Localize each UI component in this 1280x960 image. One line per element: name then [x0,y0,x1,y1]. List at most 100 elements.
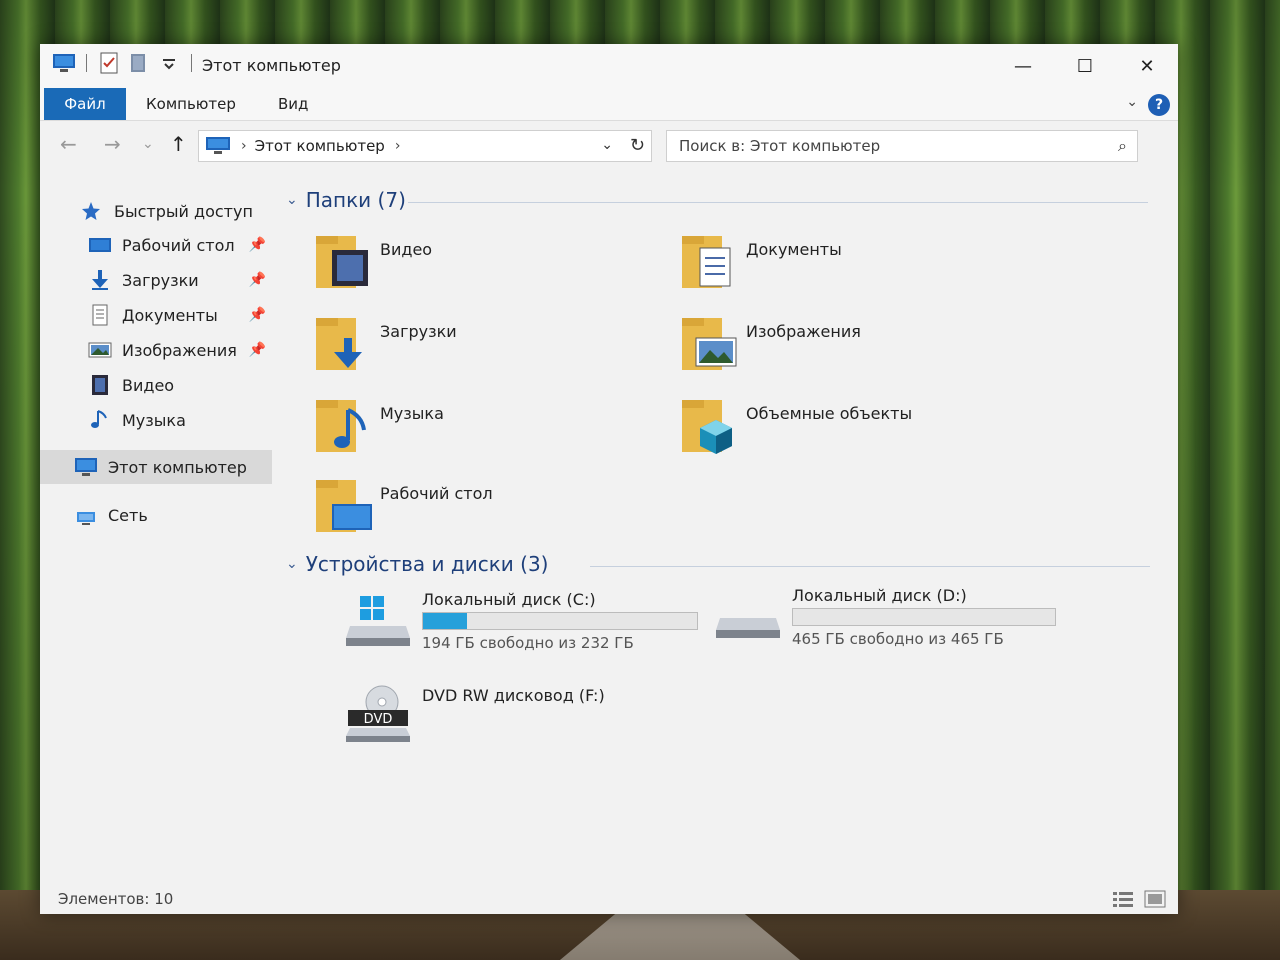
folder-downloads[interactable]: Загрузки [314,312,654,382]
customize-toolbar-icon[interactable] [157,52,181,74]
minimize-button[interactable]: — [992,44,1054,88]
downloads-icon [88,269,112,291]
sidebar-item-desktop[interactable]: Рабочий стол 📌 [40,228,272,262]
status-bar: Элементов: 10 [40,884,1178,914]
pin-icon[interactable]: 📌 [249,342,266,358]
sidebar-item-music[interactable]: Музыка [40,403,272,437]
large-icons-view-icon[interactable] [1144,890,1166,908]
expand-ribbon-chevron-icon[interactable]: ⌄ [1126,94,1138,110]
drive-name: DVD RW дисковод (F:) [422,686,605,705]
folders-group-header[interactable]: ⌄ Папки (7) [286,188,406,212]
tab-view[interactable]: Вид [278,88,308,120]
group-title: Устройства и диски (3) [305,552,549,576]
documents-icon [88,304,112,326]
up-button[interactable]: ↑ [170,132,187,156]
documents-folder-icon [680,230,744,294]
pin-icon[interactable]: 📌 [249,272,266,288]
window-controls: — ☐ ✕ [992,44,1178,88]
dvd-label: DVD [364,712,393,727]
folder-video[interactable]: Видео [314,230,654,300]
drive-name: Локальный диск (D:) [792,586,967,605]
new-folder-icon[interactable] [127,52,151,74]
breadcrumb-this-pc[interactable]: Этот компьютер [255,137,385,155]
folder-3d-objects[interactable]: Объемные объекты [680,394,1020,464]
address-bar[interactable]: › Этот компьютер › ⌄ ↻ [198,130,652,162]
disk-usage-bar [792,608,1056,626]
search-placeholder[interactable]: Поиск в: Этот компьютер [679,137,880,155]
drive-free-space: 465 ГБ свободно из 465 ГБ [792,630,1004,648]
star-icon [80,200,104,222]
computer-icon [74,456,98,478]
title-bar: Этот компьютер — ☐ ✕ [40,44,1178,88]
pin-icon[interactable]: 📌 [249,237,266,253]
separator [191,54,192,72]
folder-desktop[interactable]: Рабочий стол [314,474,654,544]
pin-icon[interactable]: 📌 [249,307,266,323]
sidebar-label: Быстрый доступ [114,201,253,221]
video-folder-icon [314,230,378,294]
sidebar-label: Этот компьютер [108,457,247,477]
folder-name: Загрузки [380,322,457,341]
computer-icon [205,136,231,156]
recent-locations-button[interactable]: ⌄ [142,136,154,152]
folder-pictures[interactable]: Изображения [680,312,1020,382]
folder-name: Видео [380,240,433,259]
ribbon: Файл Компьютер Вид ⌄ ? [40,88,1178,121]
disk-usage-fill [423,613,467,629]
forward-button[interactable]: → [104,132,121,156]
folder-name: Изображения [746,322,861,341]
pictures-icon [88,339,112,361]
divider [590,566,1150,567]
sidebar-label: Видео [122,375,175,395]
sidebar-label: Рабочий стол [122,235,235,255]
devices-group-header[interactable]: ⌄ Устройства и диски (3) [286,552,549,576]
maximize-button[interactable]: ☐ [1054,44,1116,88]
navigation-pane: Быстрый доступ Рабочий стол 📌 Загрузки 📌… [40,184,272,844]
item-count: Элементов: 10 [58,890,174,908]
desktop-icon [88,234,112,256]
sidebar-quick-access[interactable]: Быстрый доступ [40,194,272,228]
details-view-icon[interactable] [1112,890,1134,908]
search-box[interactable]: Поиск в: Этот компьютер ⌕ [666,130,1138,162]
network-icon [74,504,98,526]
disk-usage-bar [422,612,698,630]
drive-d[interactable]: Локальный диск (D:) 465 ГБ свободно из 4… [716,586,1076,656]
sidebar-item-downloads[interactable]: Загрузки 📌 [40,263,272,297]
sidebar-item-documents[interactable]: Документы 📌 [40,298,272,332]
breadcrumb-separator-icon[interactable]: › [395,138,401,154]
help-button[interactable]: ? [1148,94,1170,116]
drive-f[interactable]: DVD DVD RW дисковод (F:) [346,684,706,754]
dvd-drive-icon: DVD [346,684,412,744]
back-button[interactable]: ← [60,132,77,156]
properties-icon[interactable] [97,52,121,74]
windows-drive-icon [346,596,412,648]
drive-c[interactable]: Локальный диск (C:) 194 ГБ свободно из 2… [346,590,706,660]
chevron-down-icon[interactable]: ⌄ [286,192,298,208]
tab-computer[interactable]: Компьютер [146,88,236,120]
chevron-down-icon[interactable]: ⌄ [286,556,298,572]
tab-file[interactable]: Файл [44,88,126,120]
divider [408,202,1148,203]
sidebar-item-this-pc[interactable]: Этот компьютер [40,450,272,484]
close-button[interactable]: ✕ [1116,44,1178,88]
music-folder-icon [314,394,378,458]
quick-access-toolbar [52,52,196,74]
sidebar-item-network[interactable]: Сеть [40,498,272,532]
sidebar-item-pictures[interactable]: Изображения 📌 [40,333,272,367]
breadcrumb-separator-icon[interactable]: › [241,138,247,154]
address-dropdown-icon[interactable]: ⌄ [601,137,613,153]
drive-name: Локальный диск (C:) [422,590,596,609]
separator [86,54,87,72]
sidebar-item-video[interactable]: Видео [40,368,272,402]
folder-music[interactable]: Музыка [314,394,654,464]
folder-documents[interactable]: Документы [680,230,1020,300]
sidebar-label: Документы [122,305,218,325]
sidebar-label: Сеть [108,505,148,525]
sidebar-label: Изображения [122,340,237,360]
file-explorer-window: Этот компьютер — ☐ ✕ Файл Компьютер Вид … [40,44,1178,914]
3d-objects-folder-icon [680,394,744,458]
refresh-icon[interactable]: ↻ [630,135,645,156]
search-icon[interactable]: ⌕ [1118,136,1127,156]
hard-drive-icon [716,592,782,644]
folder-name: Рабочий стол [380,484,493,503]
